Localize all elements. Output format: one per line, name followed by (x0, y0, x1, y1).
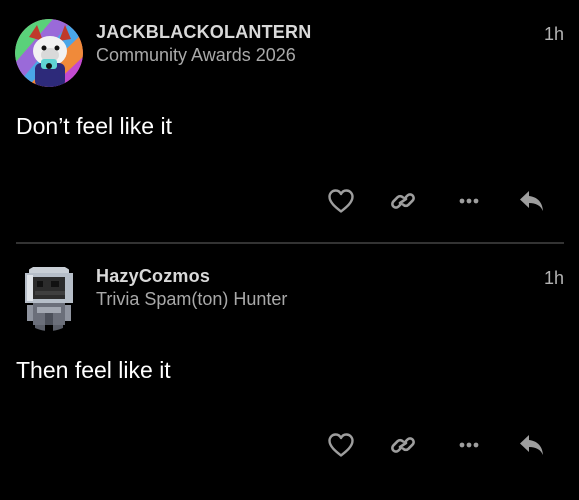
post-actions (0, 186, 579, 216)
post-timestamp[interactable]: 1h (544, 268, 564, 289)
post-body: Then feel like it (16, 357, 171, 383)
post: JACKBLACKOLANTERN Community Awards 2026 … (0, 0, 579, 244)
fox-character-avatar-icon (15, 19, 83, 87)
username[interactable]: HazyCozmos (96, 266, 210, 287)
more-icon (459, 442, 479, 448)
avatar[interactable] (15, 263, 83, 331)
user-title: Trivia Spam(ton) Hunter (96, 289, 288, 309)
reply-icon (520, 435, 543, 455)
like-button[interactable] (325, 430, 357, 460)
more-icon (459, 198, 479, 204)
heart-icon (328, 189, 354, 213)
user-title: Community Awards 2026 (96, 45, 296, 65)
link-icon (391, 193, 415, 209)
pixel-astronaut-avatar-icon (15, 263, 83, 331)
avatar[interactable] (15, 19, 83, 87)
username[interactable]: JACKBLACKOLANTERN (96, 22, 311, 43)
post-timestamp[interactable]: 1h (544, 24, 564, 45)
reply-icon (520, 191, 543, 211)
more-options-button[interactable] (453, 186, 485, 216)
like-button[interactable] (325, 186, 357, 216)
reply-button[interactable] (516, 186, 548, 216)
post: HazyCozmos Trivia Spam(ton) Hunter 1h Th… (0, 244, 579, 500)
post-actions (0, 430, 579, 460)
reply-button[interactable] (516, 430, 548, 460)
post-body: Don’t feel like it (16, 113, 172, 139)
link-icon (391, 437, 415, 453)
heart-icon (328, 433, 354, 457)
copy-link-button[interactable] (387, 430, 419, 460)
copy-link-button[interactable] (387, 186, 419, 216)
more-options-button[interactable] (453, 430, 485, 460)
